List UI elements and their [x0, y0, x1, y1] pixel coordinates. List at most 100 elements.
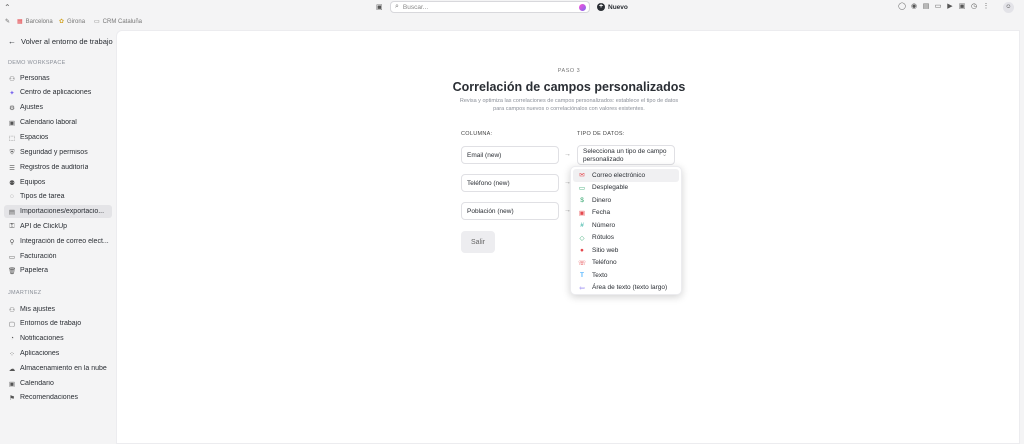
sidebar-item-label: Centro de aplicaciones [20, 89, 92, 96]
sidebar-item-label: Importaciones/exportacio... [20, 208, 105, 215]
option-label: Sitio web [592, 246, 619, 254]
number-icon: # [580, 221, 584, 229]
sidebar-item-label: Almacenamiento en la nube [20, 365, 107, 372]
sidebar-item-label: Papelera [20, 267, 49, 274]
option-email[interactable]: ✉ Correo electrónico [573, 169, 679, 182]
sidebar-item-label: Espacios [20, 134, 49, 141]
option-number[interactable]: # Número [573, 219, 679, 232]
favorite-crm-cataluna[interactable]: ▭ CRM Cataluña [94, 18, 143, 26]
favorite-label: CRM Cataluña [102, 18, 143, 25]
section-workspace: DEMO WORKSPACE [8, 60, 66, 66]
sidebar-item-facturacion[interactable]: ▭ Facturación [4, 250, 112, 263]
data-type-select[interactable]: Selecciona un tipo de campo personalizad… [577, 145, 675, 165]
pin-icon: ✎ [5, 19, 11, 25]
new-button[interactable]: + Nuevo [597, 2, 628, 12]
sidebar-item-calendario-laboral[interactable]: ▣ Calendario laboral [4, 116, 112, 129]
sidebar-item-papelera[interactable]: 🗑 Papelera [4, 264, 112, 277]
user-avatar[interactable]: ☺ [1003, 2, 1014, 13]
sidebar-item-app-center[interactable]: ✦ Centro de aplicaciones [4, 86, 112, 99]
arrow-left-icon: ← [8, 37, 16, 46]
main-panel: PASO 3 Correlación de campos personaliza… [116, 30, 1020, 444]
video-icon[interactable]: ▶ [946, 3, 954, 11]
sidebar-item-aplicaciones[interactable]: ⁘ Aplicaciones [4, 347, 112, 360]
spaces-icon: ✿ [59, 19, 65, 25]
option-phone[interactable]: ☏ Teléfono [573, 257, 679, 270]
money-icon: $ [580, 196, 584, 204]
column-field-email: Email (new) [461, 146, 559, 164]
favorite-girona[interactable]: ✿ Girona [59, 18, 85, 26]
search-icon: ⌕ [395, 3, 399, 10]
sidebar-item-seguridad[interactable]: ⛨ Seguridad y permisos [4, 146, 112, 159]
sidebar-item-api[interactable]: ⚿ API de ClickUp [4, 220, 112, 233]
back-to-workspace-link[interactable]: ← Volver al entorno de trabajo [8, 37, 113, 46]
option-label: Desplegable [592, 184, 629, 192]
search-placeholder: Buscar... [402, 3, 429, 11]
clickup-logo-icon[interactable]: ⌃ [4, 3, 13, 12]
favorite-label: Barcelona [25, 18, 53, 25]
apps-grid-icon[interactable]: ⋮ [982, 3, 990, 11]
option-label: Fecha [592, 209, 611, 217]
sidebar-item-label: Tipos de tarea [20, 193, 65, 200]
option-textarea[interactable]: ⇦ Área de texto (texto largo) [573, 282, 679, 295]
people-icon: ⚇ [9, 75, 15, 83]
trash-icon: 🗑 [8, 267, 17, 275]
record-icon[interactable]: ◉ [910, 3, 918, 11]
option-label: Teléfono [592, 259, 617, 267]
search-input[interactable]: ⌕ Buscar... [390, 1, 590, 13]
data-type-dropdown: ✉ Correo electrónico ▭ Desplegable $ Dinero… [570, 166, 682, 295]
option-date[interactable]: ▣ Fecha [573, 207, 679, 220]
sidebar-item-importaciones[interactable]: ▤ Importaciones/exportacio... [4, 205, 112, 218]
column-field-poblacion: Población (new) [461, 202, 559, 220]
option-dropdown[interactable]: ▭ Desplegable [573, 182, 679, 195]
page-description: Revisa y optimiza las correlaciones de c… [459, 98, 679, 112]
ai-icon[interactable] [579, 4, 586, 11]
section-user: JMARTINEZ [8, 290, 42, 296]
grid-icon: ▦ [17, 19, 23, 25]
sidebar-item-notificaciones[interactable]: ◔ Notificaciones [4, 332, 112, 345]
new-button-label: Nuevo [608, 3, 628, 11]
sidebar-item-tipos-tarea[interactable]: ◌ Tipos de tarea [4, 190, 112, 203]
apps-icon: ⁘ [9, 350, 15, 358]
sidebar-item-recomendaciones[interactable]: ⚑ Recomendaciones [4, 391, 112, 404]
sidebar-item-espacios[interactable]: ⬚ Espacios [4, 131, 112, 144]
option-labels[interactable]: ◇ Rótulos [573, 232, 679, 245]
sidebar-item-mis-ajustes[interactable]: ⚇ Mis ajustes [4, 303, 112, 316]
sidebar-item-ajustes[interactable]: ⚙ Ajustes [4, 101, 112, 114]
sidebar-item-label: Seguridad y permisos [20, 149, 88, 156]
sidebar-item-label: Aplicaciones [20, 350, 60, 357]
column-field-telefono: Teléfono (new) [461, 174, 559, 192]
sidebar-item-auditoria[interactable]: ☰ Registros de auditoría [4, 161, 112, 174]
timer-icon[interactable]: ◷ [970, 3, 978, 11]
option-website[interactable]: ● Sitio web [573, 244, 679, 257]
plus-icon: + [597, 3, 605, 11]
sidebar-item-entornos[interactable]: ▢ Entornos de trabajo [4, 317, 112, 330]
settings-icon: ⚙ [9, 104, 15, 112]
sidebar-item-integracion-correo[interactable]: ⚲ Integración de correo elect... [4, 235, 112, 248]
gift-icon: ⚑ [9, 394, 15, 402]
user-settings-icon: ⚇ [9, 306, 15, 314]
option-text[interactable]: T Texto [573, 269, 679, 282]
sidebar-item-personas[interactable]: ⚇ Personas [4, 72, 112, 85]
api-icon: ⚿ [9, 222, 15, 230]
calendar-icon[interactable]: ▣ [376, 3, 385, 12]
audit-log-icon: ☰ [9, 164, 15, 172]
sidebar-item-label: API de ClickUp [20, 223, 68, 230]
billing-icon: ▭ [8, 253, 16, 261]
workspaces-icon: ▢ [8, 320, 16, 328]
check-circle-icon[interactable]: ◯ [898, 3, 906, 11]
option-label: Área de texto (texto largo) [592, 284, 668, 292]
option-money[interactable]: $ Dinero [573, 194, 679, 207]
sidebar-item-label: Mis ajustes [20, 306, 56, 313]
favorite-barcelona[interactable]: ▦ Barcelona [17, 18, 53, 26]
textarea-icon: ⇦ [579, 284, 585, 292]
inbox-icon[interactable]: ▭ [934, 3, 942, 11]
sidebar-item-label: Notificaciones [20, 335, 64, 342]
clip-icon[interactable]: ▣ [958, 3, 966, 11]
exit-button[interactable]: Salir [461, 231, 495, 253]
sidebar-item-calendario[interactable]: ▣ Calendario [4, 377, 112, 390]
sidebar-item-almacenamiento[interactable]: ☁ Almacenamiento en la nube [4, 362, 112, 375]
document-icon[interactable]: ▤ [922, 3, 930, 11]
date-icon: ▣ [578, 209, 586, 217]
sidebar-item-equipos[interactable]: ⚉ Equipos [4, 176, 112, 189]
settings-sidebar: ← Volver al entorno de trabajo DEMO WORK… [0, 30, 116, 444]
